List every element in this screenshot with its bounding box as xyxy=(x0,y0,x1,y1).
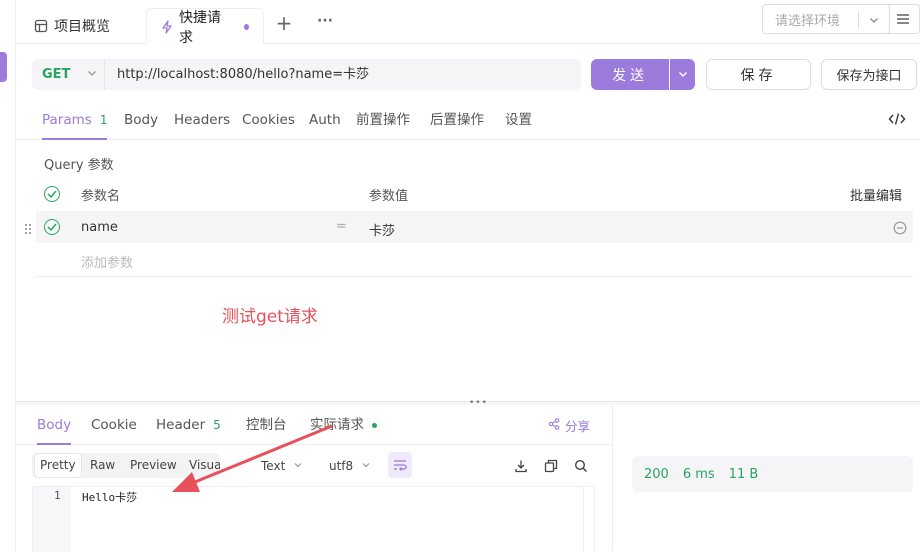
request-tabs: Params 1 Body Headers Cookies Auth 前置操作 后… xyxy=(16,100,920,140)
more-tabs-button[interactable]: ··· xyxy=(312,10,338,32)
tab-post-processors[interactable]: 后置操作 xyxy=(430,100,484,140)
format-pretty[interactable]: Pretty xyxy=(34,453,82,478)
line-number: 1 xyxy=(54,489,61,502)
response-content: Hello卡莎 xyxy=(82,491,138,504)
send-button[interactable]: 发送 xyxy=(591,59,669,90)
param-enabled-checkbox[interactable] xyxy=(44,219,60,235)
wrap-icon xyxy=(393,456,407,475)
left-sidebar xyxy=(0,0,16,551)
send-options-button[interactable] xyxy=(670,59,695,90)
tab-pre-processors[interactable]: 前置操作 xyxy=(356,100,410,140)
response-time: 6 ms xyxy=(682,466,715,482)
ellipsis-icon: ··· xyxy=(317,13,333,29)
environment-placeholder: 请选择环境 xyxy=(775,13,841,29)
tab-project-overview[interactable]: 项目概览 xyxy=(20,8,124,44)
minus-circle-icon xyxy=(893,220,907,239)
code-view-icon[interactable] xyxy=(888,111,906,131)
status-dot xyxy=(372,422,377,428)
sidebar-collapse-handle[interactable] xyxy=(0,52,7,82)
param-value-input[interactable]: 卡莎 xyxy=(369,220,395,239)
tab-body[interactable]: Body xyxy=(124,100,158,140)
param-row xyxy=(36,211,913,243)
param-name-input[interactable]: name xyxy=(81,220,118,235)
chevron-down-icon xyxy=(868,14,880,30)
chevron-down-icon xyxy=(677,65,689,84)
overview-icon xyxy=(34,19,48,33)
remove-param-button[interactable] xyxy=(893,220,907,239)
tab-response-cookie[interactable]: Cookie xyxy=(91,405,137,445)
word-wrap-button[interactable] xyxy=(388,452,412,478)
tab-label: Params xyxy=(42,112,92,128)
response-size: 11 B xyxy=(728,466,759,482)
tab-params[interactable]: Params 1 xyxy=(42,100,108,140)
equals-sign: = xyxy=(336,219,347,234)
url-input[interactable]: http://localhost:8080/hello?name=卡莎 xyxy=(117,59,369,90)
method-label: GET xyxy=(42,67,71,82)
add-param-input[interactable]: 添加参数 xyxy=(81,252,133,271)
tab-quick-request[interactable]: 快捷请求 xyxy=(146,8,264,46)
add-tab-button[interactable]: + xyxy=(274,11,294,35)
editor-scrollbar[interactable] xyxy=(583,486,595,551)
format-raw[interactable]: Raw xyxy=(90,453,115,478)
annotation-text: 测试get请求 xyxy=(222,307,318,327)
tab-settings[interactable]: 设置 xyxy=(505,100,532,140)
select-all-checkbox[interactable] xyxy=(44,186,60,202)
tab-label: 项目概览 xyxy=(54,19,110,35)
tab-auth[interactable]: Auth xyxy=(309,100,341,140)
url-bar: GET http://localhost:8080/hello?name=卡莎 xyxy=(32,59,581,90)
response-status-bar: 200 6 ms 11 B xyxy=(632,456,913,492)
chevron-down-icon xyxy=(361,459,371,473)
share-button[interactable]: 分享 xyxy=(548,405,590,445)
hamburger-icon xyxy=(896,10,910,29)
column-header-value: 参数值 xyxy=(369,189,409,204)
tab-response-body[interactable]: Body xyxy=(37,405,72,445)
chevron-down-icon xyxy=(86,67,98,83)
annotation-arrow-icon xyxy=(172,424,333,492)
search-icon[interactable] xyxy=(574,458,588,477)
bulk-edit-button[interactable]: 批量编辑 xyxy=(850,185,902,204)
share-label: 分享 xyxy=(565,418,591,434)
method-select[interactable]: GET xyxy=(42,59,98,90)
divider xyxy=(858,11,859,29)
divider xyxy=(612,405,613,551)
divider xyxy=(36,276,913,277)
drag-handle-icon[interactable] xyxy=(24,220,32,239)
save-as-api-button[interactable]: 保存为接口 xyxy=(821,59,917,90)
status-code: 200 xyxy=(644,466,669,482)
unsaved-dot xyxy=(243,23,249,30)
line-gutter xyxy=(33,487,71,552)
download-icon[interactable] xyxy=(514,458,528,477)
menu-button[interactable] xyxy=(886,4,920,34)
tab-label: 快捷请求 xyxy=(179,9,221,46)
plus-icon: + xyxy=(275,11,293,35)
column-header-name: 参数名 xyxy=(81,189,121,204)
params-count: 1 xyxy=(99,113,108,127)
copy-icon[interactable] xyxy=(544,458,558,477)
lightning-icon xyxy=(161,19,173,34)
environment-select[interactable]: 请选择环境 xyxy=(762,4,890,34)
save-button[interactable]: 保存 xyxy=(706,59,811,90)
query-params-label: Query 参数 xyxy=(44,158,114,173)
share-icon xyxy=(548,417,560,433)
tab-cookies[interactable]: Cookies xyxy=(242,100,295,140)
divider xyxy=(104,59,105,90)
tab-headers[interactable]: Headers xyxy=(174,100,230,140)
